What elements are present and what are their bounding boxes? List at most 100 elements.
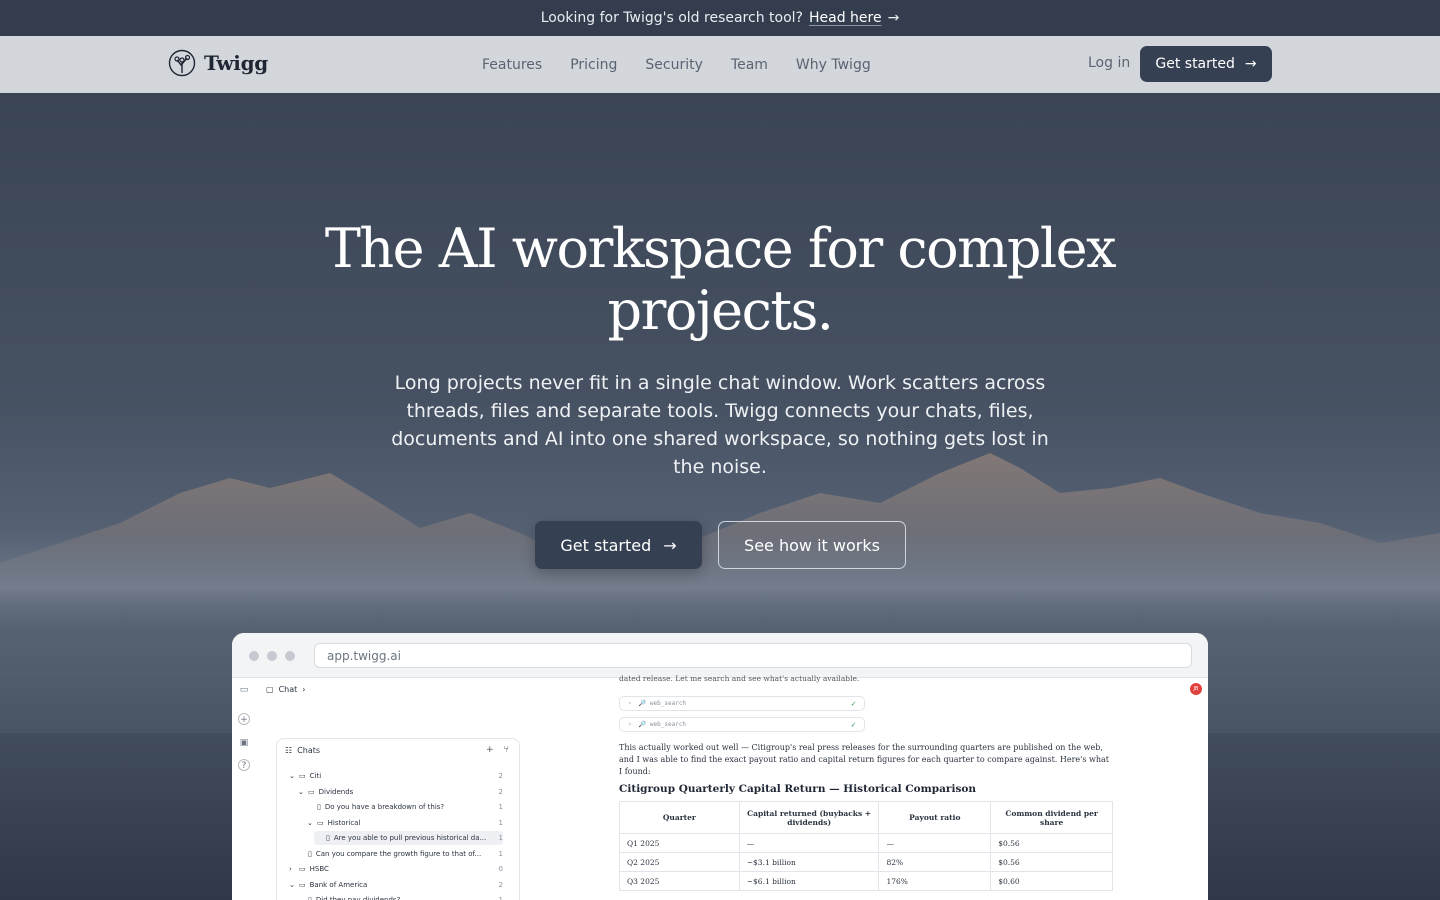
arrow-right-icon: → xyxy=(1244,56,1257,72)
table-cell: ~$3.1 billion xyxy=(738,852,880,872)
table-cell: $0.60 xyxy=(990,871,1113,891)
chat-tree-count: 1 xyxy=(498,818,503,827)
login-link[interactable]: Log in xyxy=(1088,55,1130,71)
main-nav: Twigg Features Pricing Security Team Why… xyxy=(0,36,1440,93)
table-cell: Q3 2025 xyxy=(619,871,740,891)
nav-link-security[interactable]: Security xyxy=(645,57,703,73)
arrow-right-icon: → xyxy=(887,10,900,26)
plus-icon[interactable]: + xyxy=(486,745,494,755)
document-icon: ▯ xyxy=(308,896,312,900)
chat-tree-label: Do you have a breakdown of this? xyxy=(324,803,445,811)
chat-tree-count: 1 xyxy=(498,896,503,900)
see-how-it-works-button[interactable]: See how it works xyxy=(718,521,906,569)
chat-tree-item[interactable]: ⌄ ▭ Historical 1 xyxy=(305,816,503,830)
hero-title-line-2: projects. xyxy=(607,279,834,342)
chat-tree-item[interactable]: ▯ Do you have a breakdown of this? 1 xyxy=(305,800,503,814)
chat-tree-item[interactable]: ⌄ ▭ Dividends 2 xyxy=(296,785,503,799)
chat-tree-item[interactable]: ▯ Are you able to pull previous historica… xyxy=(314,831,503,845)
chevron-down-icon[interactable]: ⌄ xyxy=(307,819,313,827)
chat-tree-count: 2 xyxy=(498,787,503,796)
nav-link-team[interactable]: Team xyxy=(731,57,768,73)
brand-name: Twigg xyxy=(204,51,268,75)
chat-tree-item[interactable]: ▯ Can you compare the growth figure to th… xyxy=(296,847,503,861)
chat-bubbles-icon[interactable]: ▣ xyxy=(238,737,250,749)
chat-tree-count: 2 xyxy=(498,880,503,889)
nav-link-features[interactable]: Features xyxy=(482,57,542,73)
table-header: Payout ratio xyxy=(878,801,992,834)
table-cell: 82% xyxy=(878,852,992,872)
window-dot-icon xyxy=(249,651,259,661)
table-cell: — xyxy=(878,833,992,853)
nav-link-why-twigg[interactable]: Why Twigg xyxy=(796,57,871,73)
folder-icon: ▭ xyxy=(299,880,306,889)
table-cell: — xyxy=(738,833,880,853)
check-icon: ✓ xyxy=(851,720,856,729)
nav-get-started-button[interactable]: Get started → xyxy=(1140,46,1272,82)
table-title: Citigroup Quarterly Capital Return — His… xyxy=(619,783,976,795)
browser-chrome: app.twigg.ai xyxy=(232,633,1208,678)
announcement-link[interactable]: Head here xyxy=(809,10,882,26)
table-row: Q2 2025 ~$3.1 billion 82% $0.56 xyxy=(619,852,1113,872)
plus-icon[interactable]: + xyxy=(238,713,250,725)
app-preview-window: app.twigg.ai ▭ + ▣ ? ▢ Chat › ☷ Chats + … xyxy=(232,633,1208,900)
table-cell: Q2 2025 xyxy=(619,852,740,872)
arrow-right-icon: → xyxy=(663,535,677,555)
hero-title-line-1: The AI workspace for complex xyxy=(324,217,1117,280)
window-dot-icon xyxy=(285,651,295,661)
top-message-text: dated release. Let me search and see wha… xyxy=(619,674,860,683)
table-header: Common dividend per share xyxy=(990,801,1113,834)
nav-link-pricing[interactable]: Pricing xyxy=(570,57,617,73)
announcement-bar: Looking for Twigg's old research tool? H… xyxy=(0,0,1440,36)
hero-get-started-button[interactable]: Get started → xyxy=(535,521,702,569)
chevron-down-icon[interactable]: ⌄ xyxy=(298,788,304,796)
chevron-down-icon[interactable]: ⌄ xyxy=(289,881,295,889)
chevron-right-icon: › xyxy=(302,685,306,694)
tool-call-label: web_search xyxy=(649,721,687,728)
sidebar-toggle-icon[interactable]: ▭ xyxy=(238,684,250,696)
chat-tree-count: 1 xyxy=(498,849,503,858)
folder-icon: ▭ xyxy=(299,772,306,780)
chat-tree-label: HSBC xyxy=(309,865,329,873)
table-header: Capital returned (buybacks + dividends) xyxy=(738,801,880,834)
chevron-right-icon[interactable]: › xyxy=(289,865,295,873)
tool-call-row[interactable]: › 🔎 web_search ✓ xyxy=(619,696,865,711)
table-cell: ~$6.1 billion xyxy=(738,871,880,891)
chat-tree-item[interactable]: ▯ Did they pay dividends? 1 xyxy=(296,893,503,900)
hero-section: The AI workspace for complex projects. L… xyxy=(0,93,1440,900)
table-cell: $0.56 xyxy=(990,833,1113,853)
chevron-down-icon[interactable]: ⌄ xyxy=(289,772,295,780)
window-dot-icon xyxy=(267,651,277,661)
chat-tree-item[interactable]: ⌄ ▭ Bank of America 2 xyxy=(287,878,503,892)
document-icon: ▯ xyxy=(308,849,312,858)
table-cell: Q1 2025 xyxy=(619,833,740,853)
chat-tree-label: Dividends xyxy=(318,787,354,796)
chat-tree-item[interactable]: › ▭ HSBC 0 xyxy=(287,862,503,876)
chat-tree-label: Are you able to pull previous historical… xyxy=(333,834,487,842)
tool-call-label: web_search xyxy=(649,700,687,707)
breadcrumb: ▢ Chat › xyxy=(266,685,305,694)
help-icon[interactable]: ? xyxy=(238,759,250,771)
chat-content: dated release. Let me search and see wha… xyxy=(619,674,1119,900)
chat-tree-count: 0 xyxy=(498,865,503,873)
hero-subtitle: Long projects never fit in a single chat… xyxy=(391,372,1049,478)
table-row: Q1 2025 — — $0.56 xyxy=(619,833,1113,853)
hero-get-started-label: Get started xyxy=(560,535,652,555)
tool-call-row[interactable]: › 🔎 web_search ✓ xyxy=(619,717,865,732)
chat-tree-label: Bank of America xyxy=(309,880,368,889)
branch-icon[interactable]: ⑂ xyxy=(504,745,509,755)
announcement-text: Looking for Twigg's old research tool? xyxy=(540,10,803,26)
hero-title: The AI workspace for complex projects. xyxy=(320,218,1120,342)
folder-icon: ▭ xyxy=(308,787,315,796)
chat-tree-count: 1 xyxy=(498,834,503,842)
brand-logo-link[interactable]: Twigg xyxy=(168,49,268,77)
folder-icon: ▭ xyxy=(317,818,324,827)
chat-tree-item[interactable]: ⌄ ▭ Citi 2 xyxy=(287,769,503,783)
nav-get-started-label: Get started xyxy=(1155,56,1235,72)
chat-icon: ▢ xyxy=(266,685,274,694)
table-cell: $0.56 xyxy=(990,852,1113,872)
document-icon: ▯ xyxy=(317,803,321,811)
breadcrumb-chat[interactable]: Chat xyxy=(279,685,298,694)
chat-tree-count: 1 xyxy=(498,803,503,811)
table-cell: 176% xyxy=(878,871,992,891)
user-avatar[interactable]: JB xyxy=(1190,683,1202,695)
